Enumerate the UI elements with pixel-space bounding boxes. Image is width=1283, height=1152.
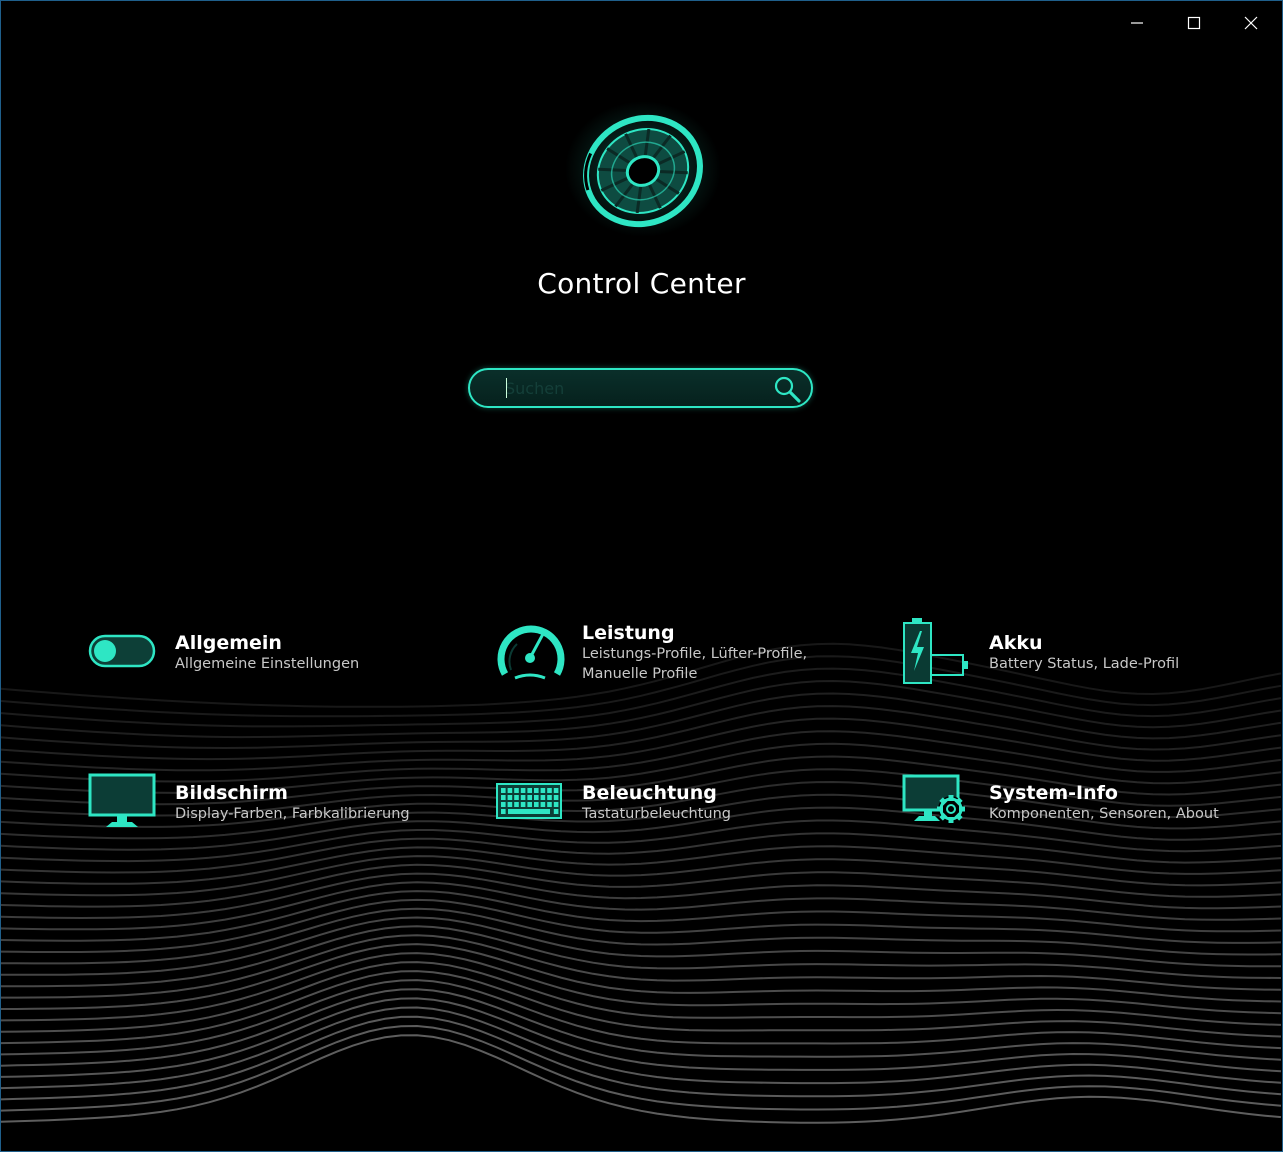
close-icon bbox=[1244, 16, 1258, 30]
tile-title: Akku bbox=[989, 632, 1043, 654]
keyboard-key bbox=[501, 795, 506, 800]
keyboard-key bbox=[540, 795, 546, 800]
text-caret bbox=[506, 378, 507, 398]
close-button[interactable] bbox=[1223, 3, 1279, 43]
keyboard-key bbox=[540, 802, 546, 807]
app-title: Control Center bbox=[537, 267, 746, 300]
tile-text: Allgemein Allgemeine Einstellungen bbox=[175, 632, 495, 674]
keyboard-key bbox=[540, 788, 546, 793]
tile-leistung[interactable]: Leistung Leistungs-Profile, Lüfter-Profi… bbox=[495, 622, 895, 702]
keyboard-key bbox=[534, 802, 539, 807]
monitor-gear-icon bbox=[902, 774, 965, 823]
tile-title: System-Info bbox=[989, 782, 1118, 804]
tile-beleuchtung[interactable]: Beleuchtung Tastaturbeleuchtung bbox=[495, 782, 895, 862]
keyboard-key bbox=[527, 788, 532, 793]
search-input[interactable] bbox=[505, 376, 755, 400]
tile-description: Leistungs-Profile, Lüfter-Profile, Manue… bbox=[582, 646, 808, 682]
tile-title: Beleuchtung bbox=[582, 782, 717, 804]
tile-description: Battery Status, Lade-Profil bbox=[989, 656, 1180, 672]
keyboard-key bbox=[501, 788, 506, 793]
tile-title: Leistung bbox=[582, 622, 675, 644]
keyboard-key bbox=[520, 802, 526, 807]
keyboard-key bbox=[514, 788, 519, 793]
tile-text: System-Info Komponenten, Sensoren, About bbox=[989, 782, 1282, 824]
speedometer-icon bbox=[497, 625, 565, 680]
keyboard-key bbox=[501, 809, 506, 814]
minimize-button[interactable] bbox=[1109, 3, 1165, 43]
tile-text: Bildschirm Display-Farben, Farbkalibrier… bbox=[175, 782, 495, 824]
tile-akku[interactable]: Akku Battery Status, Lade-Profil bbox=[902, 618, 1282, 712]
keyboard-key bbox=[520, 795, 526, 800]
keyboard-key bbox=[514, 795, 519, 800]
tile-text: Leistung Leistungs-Profile, Lüfter-Profi… bbox=[582, 622, 902, 684]
keyboard-key bbox=[553, 795, 559, 800]
keyboard-key bbox=[553, 802, 559, 807]
wave-line bbox=[1, 1034, 1282, 1124]
tile-description: Display-Farben, Farbkalibrierung bbox=[175, 806, 410, 822]
tile-system-info[interactable]: System-Info Komponenten, Sensoren, About bbox=[902, 774, 1282, 862]
keyboard-key bbox=[501, 802, 506, 807]
fan-logo-icon bbox=[565, 101, 721, 237]
keyboard-key bbox=[507, 788, 513, 793]
keyboard-key bbox=[520, 788, 526, 793]
tile-bildschirm[interactable]: Bildschirm Display-Farben, Farbkalibrier… bbox=[88, 773, 488, 862]
keyboard-key bbox=[527, 795, 532, 800]
search-icon[interactable] bbox=[772, 374, 802, 404]
keyboard-key bbox=[547, 795, 552, 800]
tile-text: Akku Battery Status, Lade-Profil bbox=[989, 632, 1282, 674]
maximize-button[interactable] bbox=[1166, 3, 1222, 43]
keyboard-key bbox=[553, 788, 559, 793]
tile-title: Allgemein bbox=[175, 632, 282, 654]
app-window: Control Center Allgemein Allgemeine Eins… bbox=[0, 0, 1283, 1152]
keyboard-key bbox=[553, 809, 559, 814]
keyboard-key bbox=[547, 788, 552, 793]
maximize-icon bbox=[1187, 16, 1201, 30]
keyboard-spacebar bbox=[508, 809, 550, 814]
tile-description: Tastaturbeleuchtung bbox=[582, 806, 732, 822]
keyboard-key bbox=[534, 795, 539, 800]
tile-title: Bildschirm bbox=[175, 782, 288, 804]
keyboard-key bbox=[507, 795, 513, 800]
keyboard-key bbox=[547, 802, 552, 807]
monitor-icon bbox=[88, 773, 156, 827]
keyboard-key bbox=[507, 802, 513, 807]
tile-description: Komponenten, Sensoren, About bbox=[989, 806, 1219, 822]
minimize-icon bbox=[1131, 22, 1143, 24]
toggle-icon bbox=[88, 634, 156, 668]
keyboard-key bbox=[534, 788, 539, 793]
battery-icon bbox=[903, 618, 968, 684]
tile-allgemein[interactable]: Allgemein Allgemeine Einstellungen bbox=[88, 632, 488, 712]
tile-text: Beleuchtung Tastaturbeleuchtung bbox=[582, 782, 902, 824]
search-box[interactable] bbox=[468, 368, 813, 408]
tile-description: Allgemeine Einstellungen bbox=[175, 656, 360, 672]
keyboard-key bbox=[514, 802, 519, 807]
keyboard-key bbox=[527, 802, 532, 807]
keyboard-icon bbox=[496, 783, 562, 819]
